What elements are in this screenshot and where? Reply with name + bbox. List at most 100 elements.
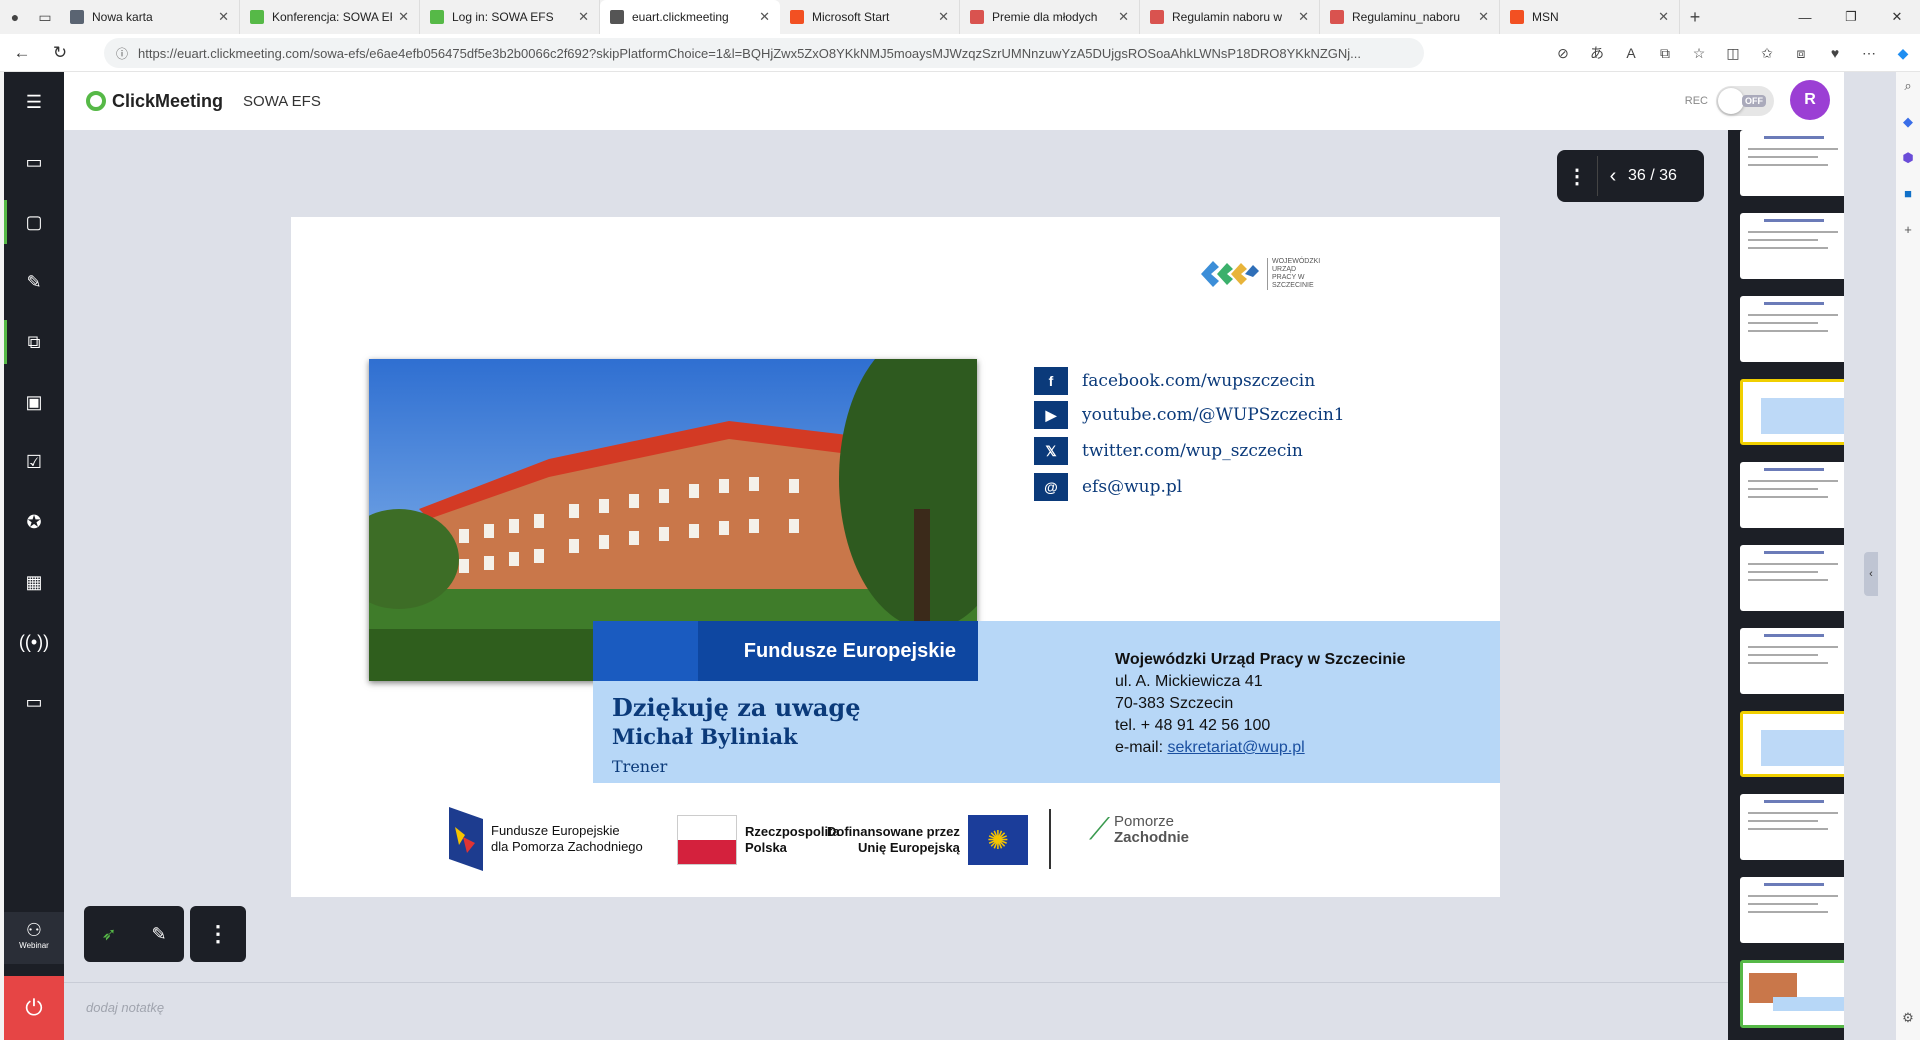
tab-close-icon[interactable]: ✕ <box>1298 9 1309 25</box>
browser-tab[interactable]: Nowa karta ✕ <box>60 0 240 34</box>
back-button[interactable]: ← <box>6 37 38 69</box>
collections-icon[interactable]: ⧈ <box>1784 45 1818 62</box>
copilot-icon[interactable]: ◆ <box>1886 45 1920 62</box>
fe-pomorze-logo: Fundusze Europejskie dla Pomorza Zachodn… <box>449 807 643 871</box>
tab-close-icon[interactable]: ✕ <box>759 9 770 25</box>
close-window-icon[interactable]: ✕ <box>1874 0 1920 34</box>
tab-favicon-icon <box>790 10 804 24</box>
tab-title: Nowa karta <box>92 10 153 24</box>
browser-tab[interactable]: MSN ✕ <box>1500 0 1680 34</box>
leave-power-button[interactable]: ⏻ <box>4 976 64 1040</box>
new-tab-button[interactable]: + <box>1680 0 1710 34</box>
extensions-icon[interactable]: ⧉ <box>1648 45 1682 62</box>
slide-thumbnail[interactable] <box>1740 711 1844 777</box>
restore-icon[interactable]: ❐ <box>1828 0 1874 34</box>
video-icon[interactable]: ▣ <box>4 372 64 432</box>
edge-sidebar: ⌕ ◆ ⬢ ■ + ⚙ <box>1896 72 1920 1040</box>
thumb-line <box>1748 579 1828 581</box>
org-email-link[interactable]: sekretariat@wup.pl <box>1167 739 1304 756</box>
tab-close-icon[interactable]: ✕ <box>398 9 409 25</box>
browser-tab[interactable]: Log in: SOWA EFS ✕ <box>420 0 600 34</box>
layout-grid-icon[interactable]: ▦ <box>4 552 64 612</box>
favorites-icon[interactable]: ✩ <box>1750 45 1784 62</box>
profile-icon[interactable]: ● <box>0 0 30 34</box>
browser-tab[interactable]: Microsoft Start ✕ <box>780 0 960 34</box>
split-screen-icon[interactable]: ◫ <box>1716 45 1750 62</box>
translate-icon[interactable]: あ <box>1580 43 1614 63</box>
notes-input[interactable]: dodaj notatkę <box>64 982 1728 1040</box>
at-sign-icon: @ <box>1034 473 1068 501</box>
tools-more-icon[interactable]: ⋮ <box>190 906 246 962</box>
thanks-heading: Dziękuję za uwagę <box>612 693 861 722</box>
slide-thumbnail[interactable] <box>1740 545 1844 611</box>
previous-slide-button[interactable]: ‹ <box>1598 165 1628 188</box>
minimize-icon[interactable]: — <box>1782 0 1828 34</box>
browser-tab[interactable]: Konferencja: SOWA EFS ✕ <box>240 0 420 34</box>
shopping-icon[interactable]: ◆ <box>1896 114 1920 144</box>
recording-toggle[interactable]: OFF <box>1716 86 1774 116</box>
youtube-icon: ▶ <box>1034 401 1068 429</box>
award-icon[interactable]: ✪ <box>4 492 64 552</box>
slide-thumbnail[interactable] <box>1740 296 1844 362</box>
slide-thumbnail[interactable] <box>1740 213 1844 279</box>
thumb-line <box>1748 239 1818 241</box>
tab-title: Log in: SOWA EFS <box>452 10 554 24</box>
monitor-icon[interactable]: ▭ <box>4 672 64 732</box>
screen-share-icon[interactable]: ⧉ <box>4 312 64 372</box>
read-aloud-icon[interactable]: A <box>1614 45 1648 61</box>
tab-close-icon[interactable]: ✕ <box>578 9 589 25</box>
slide-thumbnail[interactable] <box>1740 877 1844 943</box>
refresh-button[interactable]: ↻ <box>44 37 76 69</box>
slide-thumbnail[interactable] <box>1740 462 1844 528</box>
broadcast-icon[interactable]: ((•)) <box>4 612 64 672</box>
browser-tab[interactable]: Regulamin naboru w ✕ <box>1140 0 1320 34</box>
room-title: SOWA EFS <box>243 92 321 110</box>
pz-line2: Zachodnie <box>1114 829 1190 846</box>
tracking-icon[interactable]: ⊘ <box>1546 45 1580 62</box>
wup-logo-mark-icon <box>1201 261 1259 287</box>
slide-thumbnail[interactable] <box>1740 960 1844 1028</box>
presentation-folder-icon[interactable]: ▢ <box>4 192 64 252</box>
webinar-label: Webinar <box>19 941 49 950</box>
tab-close-icon[interactable]: ✕ <box>1658 9 1669 25</box>
tab-close-icon[interactable]: ✕ <box>938 9 949 25</box>
slide-thumbnail[interactable] <box>1740 379 1844 445</box>
browser-tab[interactable]: Regulaminu_naboru ✕ <box>1320 0 1500 34</box>
slide-thumbnail[interactable] <box>1740 628 1844 694</box>
pointer-tool-icon[interactable]: ➶ <box>101 924 116 945</box>
browser-tab[interactable]: euart.clickmeeting ✕ <box>600 0 780 34</box>
fe-line1: Fundusze Europejskie <box>491 823 620 838</box>
pen-tool-icon[interactable]: ✎ <box>151 924 166 945</box>
games-icon[interactable]: ⬢ <box>1896 150 1920 180</box>
eu-stars-graphic-icon <box>593 621 698 681</box>
webinar-button[interactable]: ⚇ Webinar <box>4 912 64 964</box>
tab-actions-icon[interactable]: ▭ <box>30 0 60 34</box>
tab-close-icon[interactable]: ✕ <box>1478 9 1489 25</box>
tab-close-icon[interactable]: ✕ <box>218 9 229 25</box>
more-menu-icon[interactable]: ⋯ <box>1852 45 1886 62</box>
slide-thumbnail[interactable] <box>1740 130 1844 196</box>
user-avatar[interactable]: R <box>1790 80 1830 120</box>
settings-gear-icon[interactable]: ⚙ <box>1896 1010 1920 1040</box>
thumb-title <box>1764 551 1824 554</box>
browser-tab[interactable]: Premie dla młodych ✕ <box>960 0 1140 34</box>
survey-icon[interactable]: ☑ <box>4 432 64 492</box>
slide-menu-icon[interactable]: ⋮ <box>1557 164 1597 189</box>
camera-icon[interactable]: ▭ <box>4 132 64 192</box>
whiteboard-icon[interactable]: ✎ <box>4 252 64 312</box>
collapse-thumbnails-icon[interactable]: ‹ <box>1864 552 1878 596</box>
menu-hamburger-icon[interactable]: ☰ <box>4 72 64 132</box>
eu-line1: Dofinansowane przez <box>827 824 960 839</box>
outlook-icon[interactable]: ■ <box>1896 186 1920 216</box>
thumb-line <box>1748 330 1828 332</box>
site-info-icon[interactable]: ⓘ <box>116 45 128 62</box>
thumb-title <box>1764 883 1824 886</box>
add-sidebar-icon[interactable]: + <box>1896 222 1920 252</box>
performance-icon[interactable]: ♥ <box>1818 45 1852 61</box>
favorite-star-icon[interactable]: ☆ <box>1682 45 1716 62</box>
tab-close-icon[interactable]: ✕ <box>1118 9 1129 25</box>
search-icon[interactable]: ⌕ <box>1896 78 1920 108</box>
slide-thumbnail[interactable] <box>1740 794 1844 860</box>
url-field[interactable]: ⓘ https://euart.clickmeeting.com/sowa-ef… <box>104 38 1424 68</box>
tab-title: Microsoft Start <box>812 10 890 24</box>
